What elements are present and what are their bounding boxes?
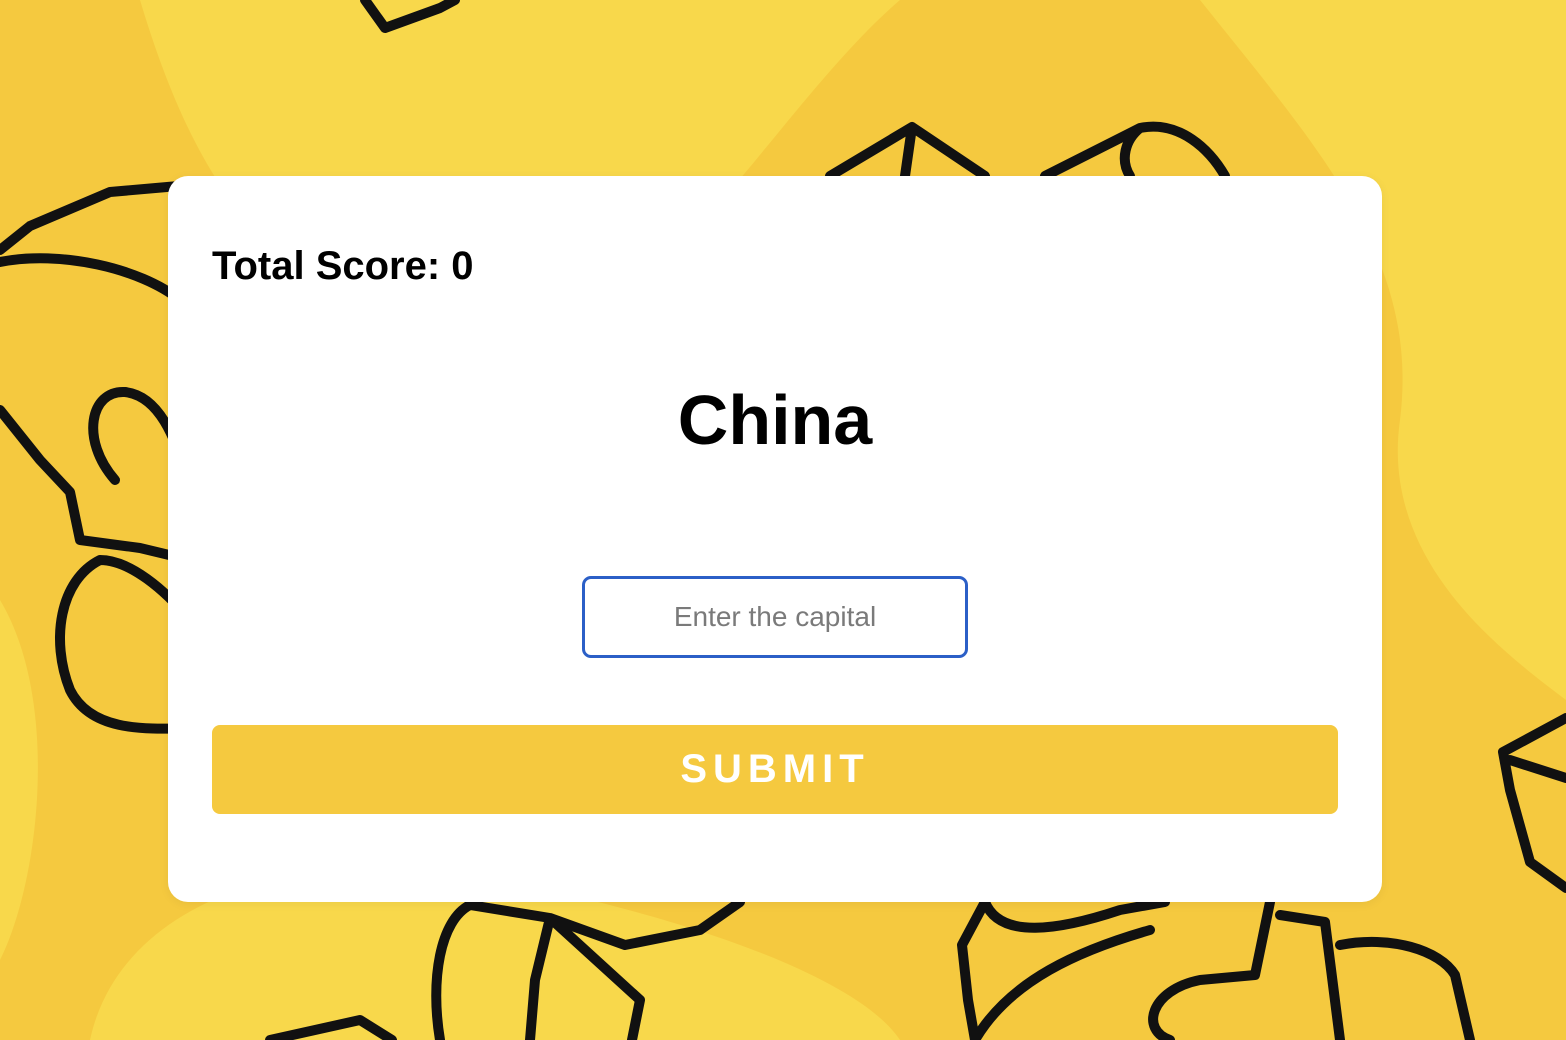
doodle-cheese-bottom-right — [957, 897, 1170, 1040]
doodle-cheese-right — [1498, 713, 1566, 893]
quiz-card: Total Score: 0 China SUBMIT — [168, 176, 1382, 902]
submit-button[interactable]: SUBMIT — [212, 725, 1338, 814]
doodle-cheese-top-right — [1040, 121, 1230, 181]
total-score: Total Score: 0 — [212, 244, 474, 288]
capital-answer-input[interactable] — [582, 576, 968, 658]
doodle-cheese-bottom-right-2 — [1148, 897, 1475, 1040]
country-name: China — [677, 381, 873, 459]
doodle-cheese-left-mid — [0, 387, 195, 565]
doodle-cheese-top-center — [825, 122, 990, 181]
